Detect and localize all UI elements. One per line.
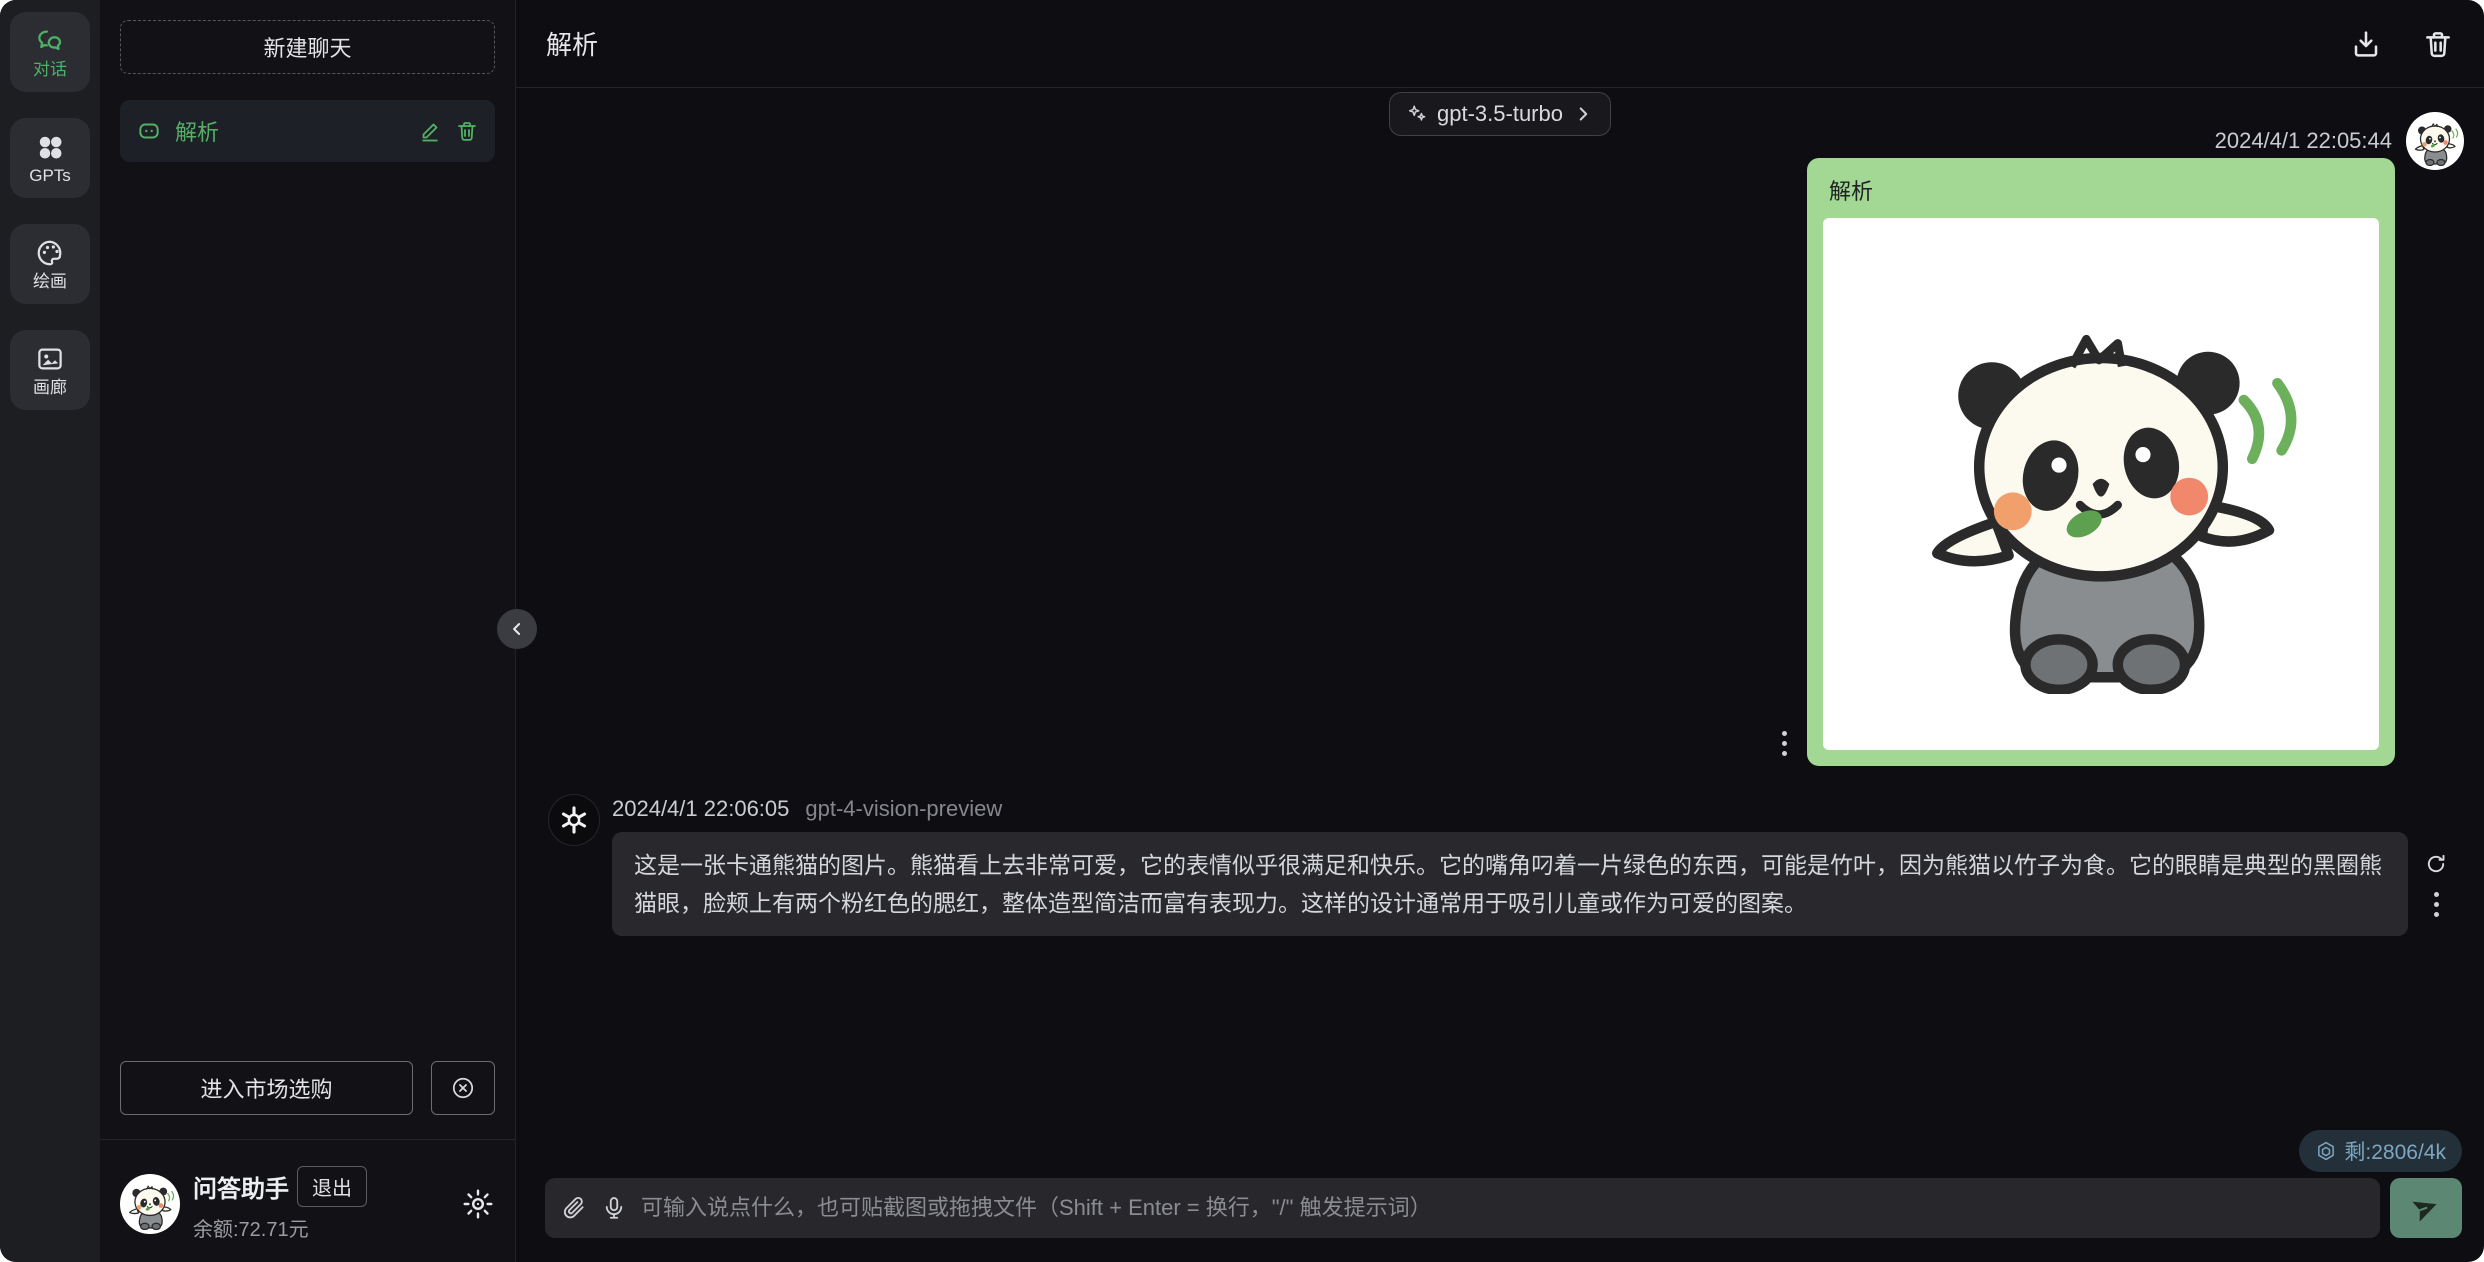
user-name: 问答助手 [193,1169,289,1204]
assistant-model-label: gpt-4-vision-preview [805,796,1002,822]
refresh-icon[interactable] [2424,852,2448,876]
panda-avatar-image [124,1178,176,1230]
chat-bubbles-icon [35,26,65,56]
chat-item-title: 解析 [175,115,219,147]
rail-item-gallery[interactable]: 画廊 [10,330,90,410]
rail-item-gpts[interactable]: GPTs [10,118,90,198]
assistant-tools [2408,832,2464,936]
panda-image [1891,274,2311,694]
kebab-menu-icon[interactable] [1782,731,1787,756]
assistant-content: 2024/4/1 22:06:05 gpt-4-vision-preview 这… [612,794,2464,936]
market-row: 进入市场选购 [120,1061,495,1115]
settings-button[interactable] [461,1187,495,1221]
voice-input-button[interactable] [601,1195,627,1221]
user-avatar [120,1174,180,1234]
user-balance: 余额:72.71元 [193,1213,367,1242]
kebab-menu-icon[interactable] [2434,892,2439,917]
rail-item-label: 对话 [33,61,67,78]
model-selector-chip[interactable]: gpt-3.5-turbo [1389,92,1611,136]
app-window: 对话 GPTs 绘画 画廊 [0,0,2484,1262]
token-icon [2315,1140,2337,1162]
edit-pencil-icon[interactable] [418,119,442,143]
chat-list-panel: 新建聊天 解析 进入市场选购 [100,0,516,1262]
chevron-left-icon [507,619,527,639]
token-counter-text: 剩:2806/4k [2344,1136,2446,1166]
send-plane-icon [2407,1189,2445,1227]
assistant-message: 2024/4/1 22:06:05 gpt-4-vision-preview 这… [516,794,2484,936]
assistant-message-header: 2024/4/1 22:06:05 gpt-4-vision-preview [612,796,2464,822]
chat-scroll-area: gpt-3.5-turbo 2024/4/1 22:05:44 解析 [516,88,2484,1262]
market-button[interactable]: 进入市场选购 [120,1061,413,1115]
message-input-bar [545,1178,2380,1238]
new-chat-button[interactable]: 新建聊天 [120,20,495,74]
sidebar-collapse-button[interactable] [497,609,537,649]
user-message: 解析 [516,158,2484,766]
main-area: 解析 [516,0,2484,1262]
user-card-label: 解析 [1829,174,2379,206]
gpts-grid-icon [35,132,65,162]
attach-file-button[interactable] [561,1195,587,1221]
palette-icon [35,238,65,268]
main-header: 解析 [516,0,2484,88]
icon-rail: 对话 GPTs 绘画 画廊 [0,0,100,1262]
user-info: 问答助手 退出 余额:72.71元 [193,1166,367,1242]
rail-item-label: 绘画 [33,273,67,290]
input-row [545,1178,2462,1238]
user-row: 问答助手 退出 余额:72.71元 [120,1140,495,1242]
download-icon [2350,28,2382,60]
microphone-icon [601,1195,627,1221]
gallery-icon [35,344,65,374]
user-message-card: 解析 [1807,158,2395,766]
send-button[interactable] [2390,1178,2462,1238]
assistant-message-text: 这是一张卡通熊猫的图片。熊猫看上去非常可爱，它的表情似乎很满足和快乐。它的嘴角叼… [612,832,2408,936]
circle-x-button[interactable] [431,1061,495,1115]
user-message-time: 2024/4/1 22:05:44 [2215,128,2392,154]
message-input[interactable] [641,1195,2364,1221]
circle-x-icon [450,1075,476,1101]
gear-icon [461,1187,495,1221]
chevron-right-icon [1572,103,1594,125]
rail-item-chat[interactable]: 对话 [10,12,90,92]
rail-item-draw[interactable]: 绘画 [10,224,90,304]
rail-item-label: GPTs [29,167,71,184]
user-message-avatar [2406,112,2464,170]
token-row: 剩:2806/4k [545,1130,2462,1172]
page-title: 解析 [546,25,598,62]
model-chip-label: gpt-3.5-turbo [1437,101,1563,127]
chat-list-item[interactable]: 解析 [120,100,495,162]
token-counter-badge: 剩:2806/4k [2299,1130,2462,1172]
robot-chat-icon [136,118,162,144]
attached-image[interactable] [1823,218,2379,750]
rail-item-label: 画廊 [33,379,67,396]
logout-button[interactable]: 退出 [297,1166,367,1207]
panel-spacer [120,162,495,1061]
trash-icon[interactable] [455,119,479,143]
trash-icon [2422,28,2454,60]
user-message-header: 2024/4/1 22:05:44 [2215,112,2464,170]
sparkles-icon [1406,103,1428,125]
panda-avatar-image [2410,116,2460,166]
assistant-avatar [548,794,600,846]
assistant-message-time: 2024/4/1 22:06:05 [612,796,789,822]
openai-logo-icon [557,803,591,837]
top-band: gpt-3.5-turbo 2024/4/1 22:05:44 [516,88,2484,158]
export-button[interactable] [2350,28,2382,60]
composer: 剩:2806/4k [516,1130,2484,1262]
paperclip-icon [561,1195,587,1221]
clear-chat-button[interactable] [2422,28,2454,60]
